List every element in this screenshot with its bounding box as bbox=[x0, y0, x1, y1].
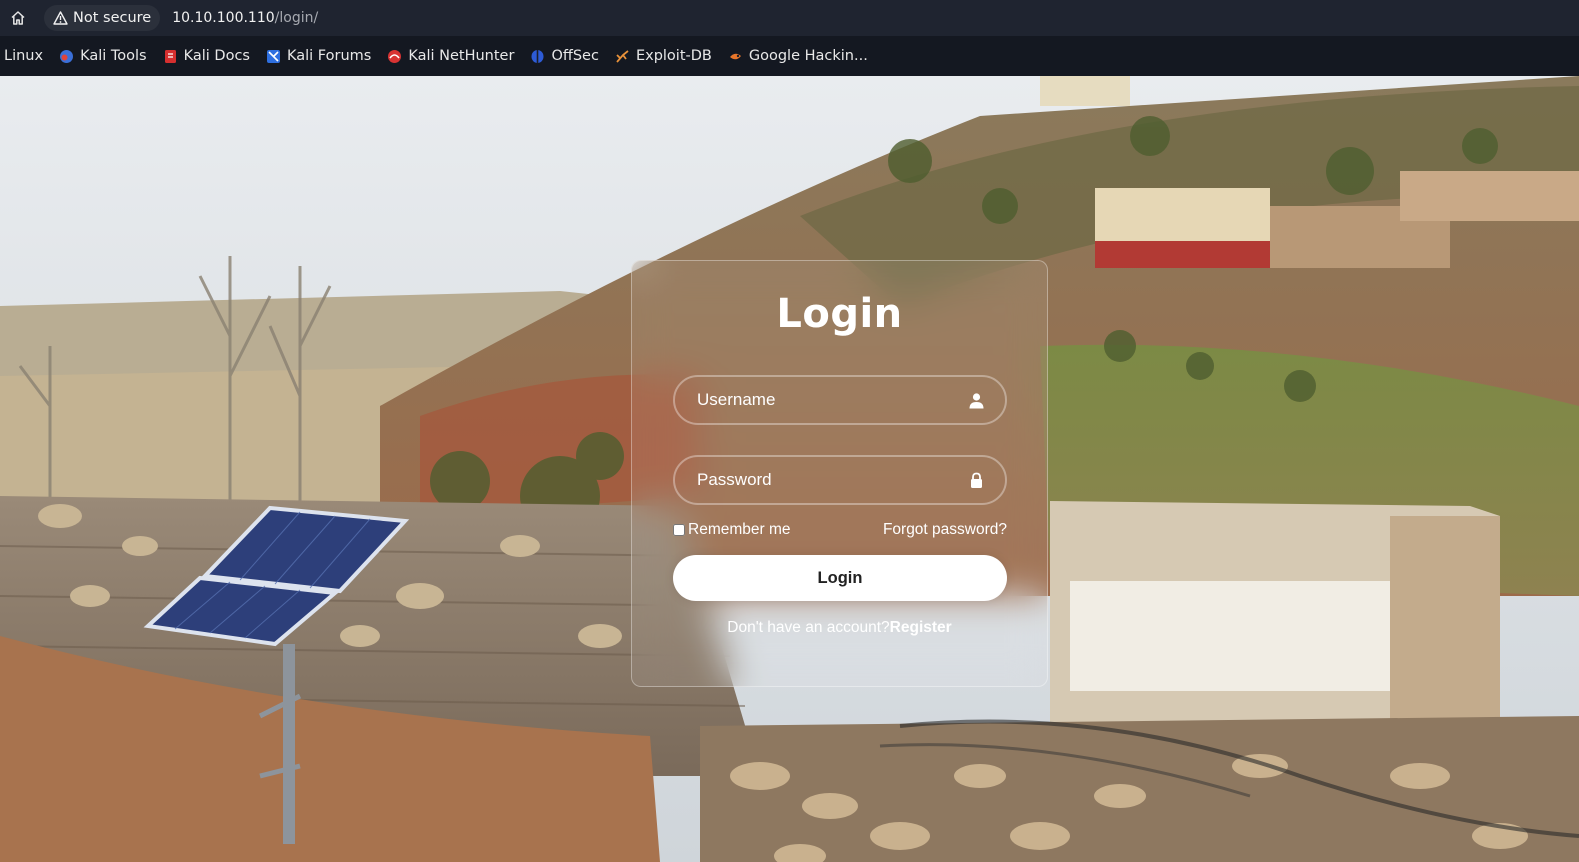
bookmarks-bar: Linux Kali Tools Kali Docs Kali Forums K… bbox=[0, 36, 1579, 76]
security-label: Not secure bbox=[73, 10, 152, 26]
password-field[interactable] bbox=[673, 455, 1007, 505]
url-host: 10.10.100.110 bbox=[172, 10, 275, 26]
google-hacking-icon bbox=[729, 53, 741, 59]
forgot-password-link[interactable]: Forgot password? bbox=[883, 521, 1007, 539]
user-icon bbox=[967, 391, 985, 409]
register-row: Don't have an account?Register bbox=[632, 619, 1047, 637]
remember-checkbox[interactable] bbox=[673, 524, 685, 536]
security-indicator[interactable]: Not secure bbox=[44, 5, 161, 31]
bookmark-label: Kali Tools bbox=[80, 48, 147, 64]
bookmark-exploit-db[interactable]: Exploit-DB bbox=[607, 41, 720, 71]
username-field[interactable] bbox=[673, 375, 1007, 425]
page-viewport: Login Remember me bbox=[0, 76, 1579, 862]
login-card: Login Remember me bbox=[631, 260, 1048, 687]
browser-toolbar: Not secure 10.10.100.110/login/ bbox=[0, 0, 1579, 36]
bookmark-label: Linux bbox=[4, 48, 44, 64]
login-button[interactable]: Login bbox=[673, 555, 1007, 601]
remember-row: Remember me Forgot password? bbox=[673, 519, 1007, 541]
page-title: Login bbox=[776, 291, 903, 337]
bookmark-linux[interactable]: Linux bbox=[0, 41, 51, 71]
bookmark-label: Google Hackin... bbox=[748, 48, 868, 64]
bookmark-kali-docs[interactable]: Kali Docs bbox=[155, 41, 258, 71]
url-path: /login/ bbox=[274, 10, 319, 26]
register-prompt: Don't have an account? bbox=[727, 619, 890, 636]
bookmark-kali-nethunter[interactable]: Kali NetHunter bbox=[379, 41, 522, 71]
offsec-icon bbox=[531, 49, 544, 63]
bookmark-google-hacking[interactable]: Google Hackin... bbox=[720, 41, 876, 71]
bookmark-label: Exploit-DB bbox=[635, 48, 712, 64]
exploit-db-icon bbox=[616, 49, 629, 63]
home-icon bbox=[11, 11, 25, 25]
bookmark-label: OffSec bbox=[551, 48, 599, 64]
kali-tools-icon bbox=[60, 49, 74, 63]
bookmark-kali-tools[interactable]: Kali Tools bbox=[51, 41, 155, 71]
home-button[interactable] bbox=[0, 0, 36, 36]
warning-icon bbox=[53, 11, 68, 25]
register-link[interactable]: Register bbox=[890, 619, 952, 636]
address-bar[interactable]: 10.10.100.110/login/ bbox=[172, 10, 318, 26]
bookmark-label: Kali Forums bbox=[286, 48, 372, 64]
remember-me[interactable]: Remember me bbox=[673, 521, 791, 539]
bookmark-label: Kali NetHunter bbox=[408, 48, 515, 64]
bookmark-label: Kali Docs bbox=[183, 48, 250, 64]
bookmark-offsec[interactable]: OffSec bbox=[522, 41, 607, 71]
kali-docs-icon bbox=[164, 49, 176, 63]
kali-forums-icon bbox=[266, 49, 280, 63]
remember-label: Remember me bbox=[688, 521, 791, 538]
password-input[interactable] bbox=[695, 469, 967, 491]
username-input[interactable] bbox=[695, 389, 967, 411]
bookmark-kali-forums[interactable]: Kali Forums bbox=[258, 41, 379, 71]
kali-nethunter-icon bbox=[388, 49, 402, 63]
lock-icon bbox=[967, 471, 985, 489]
